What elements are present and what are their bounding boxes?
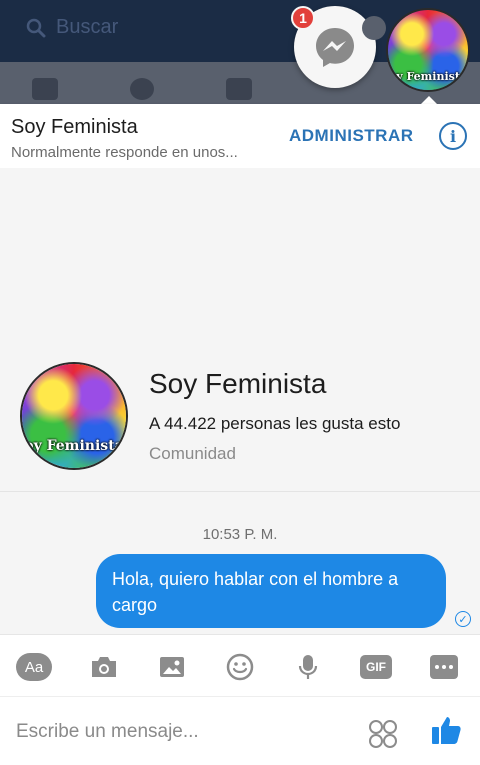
manage-button[interactable]: ADMINISTRAR [289, 126, 414, 146]
search-placeholder: Buscar [56, 16, 119, 38]
emoji-button[interactable] [222, 653, 258, 681]
search-bar[interactable]: Buscar [26, 16, 118, 39]
messenger-icon [316, 28, 354, 67]
news-feed-icon[interactable] [32, 78, 58, 100]
camera-icon [92, 657, 116, 677]
like-button[interactable] [430, 713, 464, 747]
sent-message-bubble[interactable]: Hola, quiero hablar con el hombre a carg… [96, 554, 446, 628]
thumbs-up-icon [432, 717, 461, 744]
more-icon [430, 655, 458, 679]
gallery-button[interactable] [154, 653, 190, 681]
page-avatar[interactable]: oy Feminista [20, 362, 128, 470]
chat-head-indicator [362, 16, 386, 40]
message-input[interactable]: Escribe un mensaje... [16, 721, 199, 743]
camera-button[interactable] [86, 653, 122, 681]
page-avatar-logo-text: oy Feminista [24, 438, 124, 454]
chat-area: oy Feminista Soy Feminista A 44.422 pers… [0, 168, 480, 634]
search-icon [26, 18, 46, 37]
gif-button[interactable]: GIF [358, 653, 394, 681]
more-button[interactable] [426, 653, 462, 681]
page-name: Soy Feminista [149, 368, 327, 399]
avatar-logo-text: oy Feminista [388, 70, 468, 83]
text-format-icon: Aa [16, 653, 52, 681]
microphone-icon [298, 655, 318, 679]
page-category: Comunidad [149, 444, 236, 463]
notification-badge: 1 [291, 6, 315, 30]
image-icon [160, 657, 184, 677]
message-composer: Escribe un mensaje... [0, 696, 480, 765]
sticker-icon [369, 720, 397, 748]
conversation-title[interactable]: Soy Feminista [11, 116, 138, 139]
page-likes: A 44.422 personas les gusta esto [149, 414, 401, 433]
response-status: Normalmente responde en unos... [11, 144, 238, 161]
info-icon[interactable]: i [439, 122, 467, 150]
emoji-icon [226, 653, 254, 681]
text-format-button[interactable]: Aa [16, 653, 52, 681]
delivered-check-icon: ✓ [455, 611, 471, 627]
page-chat-head-avatar[interactable]: oy Feminista [386, 8, 470, 92]
conversation-header: Soy Feminista Normalmente responde en un… [0, 104, 480, 168]
compose-toolbar: Aa GIF [0, 634, 480, 696]
page-profile-card: oy Feminista Soy Feminista A 44.422 pers… [0, 362, 480, 492]
sticker-button[interactable] [368, 719, 398, 749]
gif-icon: GIF [360, 655, 392, 679]
voice-button[interactable] [290, 653, 326, 681]
marketplace-icon[interactable] [226, 78, 252, 100]
message-timestamp: 10:53 P. M. [202, 526, 278, 543]
video-icon[interactable] [130, 78, 154, 100]
